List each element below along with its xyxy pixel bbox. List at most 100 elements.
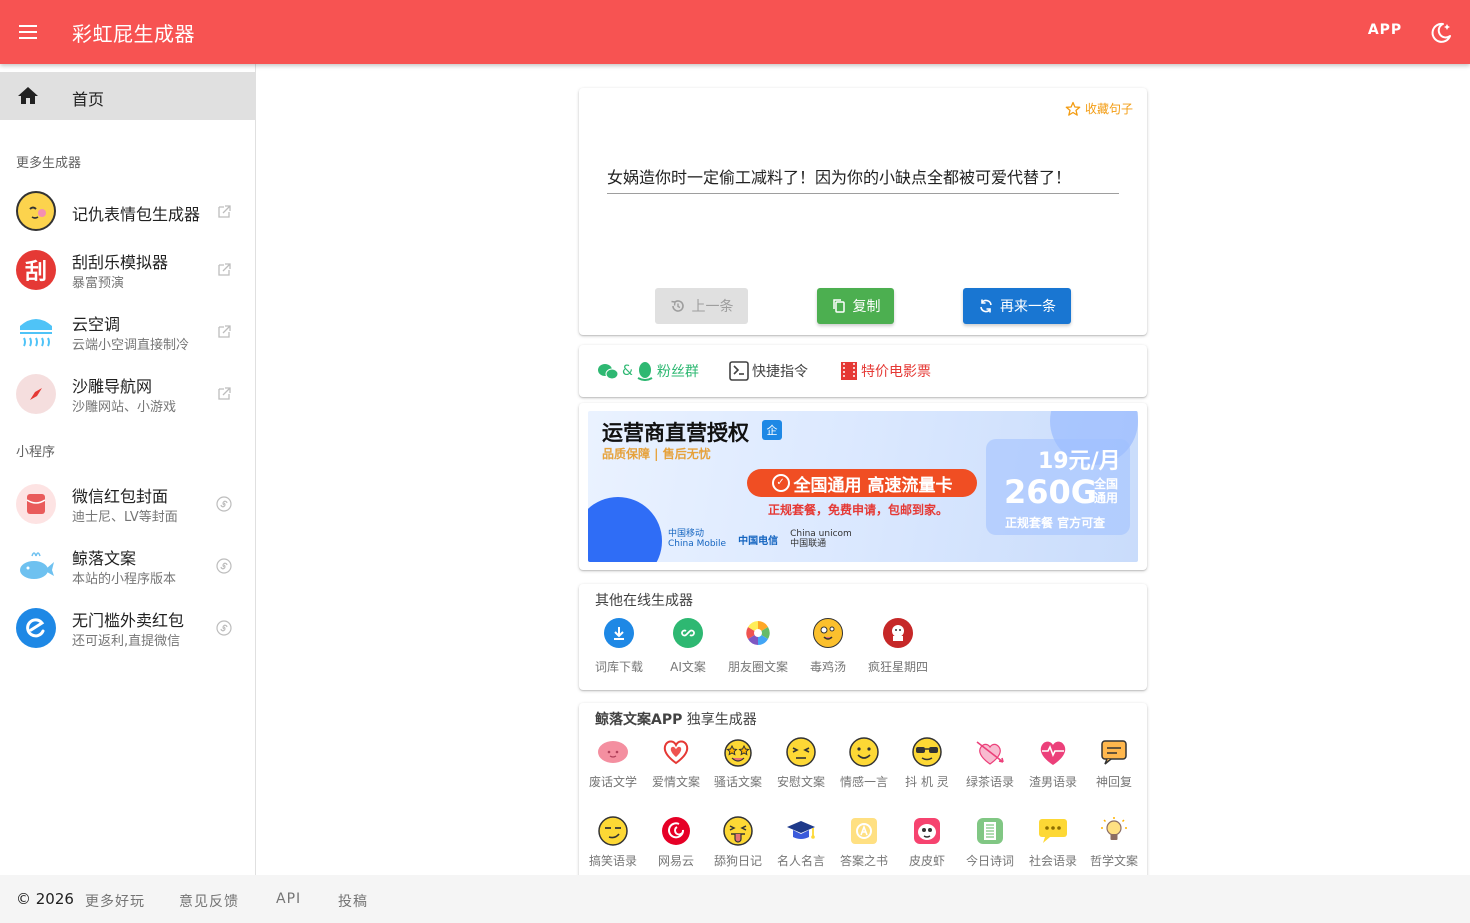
smirk-face-icon [596, 814, 630, 848]
arrow-heart-icon [973, 735, 1007, 769]
china-mobile-en: China Mobile [668, 539, 727, 549]
app-generator-item[interactable]: 哲学文案 [1090, 814, 1138, 869]
menu-icon[interactable] [16, 20, 40, 44]
ad-price: 19元/月 [1038, 449, 1121, 474]
generator-ai-copy[interactable]: AI文案 [658, 618, 718, 675]
footer-link-submit[interactable]: 投稿 [338, 891, 368, 911]
sidebar-item-red-packet-cover[interactable]: 微信红包封面 迪士尼、LV等封面 [0, 474, 255, 534]
app-generator-label: 今日诗词 [966, 854, 1015, 868]
sentence-card: 收藏句子 女娲造你时一定偷工减料了！因为你的小缺点全都被可爱代替了！ 上一条 复… [579, 88, 1147, 335]
copy-button[interactable]: 复制 [817, 288, 894, 324]
pinwheel-icon [743, 618, 773, 648]
app-button[interactable]: APP [1356, 22, 1414, 38]
sidebar-item-scratch-card[interactable]: 刮 刮刮乐模拟器 暴富预演 [0, 240, 255, 300]
app-generators-title-bold: 鲸落文案APP [595, 712, 683, 728]
app-generator-label: 废话文学 [589, 775, 638, 789]
sidebar-item-subtitle: 暴富预演 [72, 276, 125, 291]
tongue-face-icon [721, 814, 755, 848]
sidebar-item-home[interactable]: 首页 [0, 72, 255, 120]
app-generator-label: 舔狗日记 [714, 854, 763, 868]
app-generator-item[interactable]: 爱情文案 [652, 735, 700, 790]
app-generator-item[interactable]: 抖 机 灵 [903, 735, 951, 790]
more-generators-header: 更多生成器 [16, 156, 82, 171]
app-generator-label: 答案之书 [840, 854, 889, 868]
footer-link-more-fun[interactable]: 更多好玩 [85, 891, 145, 911]
dark-mode-icon[interactable] [1428, 20, 1454, 46]
generator-moments-copy[interactable]: 朋友圈文案 [727, 618, 789, 675]
sidebar-item-jingluo[interactable]: 鲸落文案 本站的小程序版本 [0, 536, 255, 596]
app-generator-item[interactable]: 情感一言 [840, 735, 888, 790]
footer-link-feedback[interactable]: 意见反馈 [179, 891, 239, 911]
generator-crazy-thursday[interactable]: 疯狂星期四 [868, 618, 928, 675]
previous-button[interactable]: 上一条 [655, 288, 748, 324]
sidebar-item-title: 无门槛外卖红包 [72, 611, 185, 630]
app-generator-item[interactable]: 答案之书 [840, 814, 888, 869]
china-unicom-cn: 中国联通 [790, 539, 827, 549]
app-generator-label: 网易云 [657, 854, 694, 868]
ad-data-tag-2: 通用 [1094, 491, 1119, 505]
app-generator-label: 骚话文案 [714, 775, 763, 789]
generated-sentence[interactable]: 女娲造你时一定偷工减料了！因为你的小缺点全都被可爱代替了！ [607, 164, 1119, 188]
app-generator-label: 社会语录 [1029, 854, 1078, 868]
app-generator-item[interactable]: 名人名言 [777, 814, 825, 869]
app-generator-item[interactable]: 网易云 [652, 814, 700, 869]
chat-bubble-icon [1036, 814, 1070, 848]
sunglasses-face-icon [910, 735, 944, 769]
app-generator-item[interactable]: 皮皮虾 [903, 814, 951, 869]
app-generators-card: 鲸落文案APP 独享生成器 废话文学 爱情文案 骚话文案 安慰文案 情感一言 抖 机 灵 绿… [579, 703, 1147, 893]
copy-label: 复制 [852, 299, 881, 315]
whale-icon [16, 546, 56, 586]
message-icon [1097, 735, 1131, 769]
check-circle-icon: ✓ [771, 474, 790, 492]
movie-ticket-link[interactable]: 特价电影票 [840, 361, 931, 381]
app-generator-item[interactable]: 绿茶语录 [966, 735, 1014, 790]
fan-group-link[interactable]: & 粉丝群 [597, 361, 699, 381]
sidebar-item-subtitle: 沙雕网站、小游戏 [72, 400, 177, 415]
app-generator-label: 渣男语录 [1029, 775, 1078, 789]
generator-label: AI文案 [670, 660, 706, 674]
app-generator-label: 神回复 [1095, 775, 1132, 789]
external-link-icon [218, 205, 231, 218]
sidebar-item-navigation-site[interactable]: 沙雕导航网 沙雕网站、小游戏 [0, 364, 255, 424]
app-generator-item[interactable]: 废话文学 [589, 735, 637, 790]
sidebar-item-grudge-meme[interactable]: 记仇表情包生成器 [0, 180, 255, 240]
sim-card-ad-banner[interactable]: 运营商直营授权 企 品质保障 | 售后无忧 ✓ 全国通用 高速流量卡 正规套餐，… [588, 411, 1138, 562]
scratch-card-icon: 刮 [16, 250, 56, 290]
app-generator-item[interactable]: 今日诗词 [966, 814, 1014, 869]
link-icon [673, 618, 703, 648]
home-icon [18, 87, 38, 104]
ad-card: 运营商直营授权 企 品质保障 | 售后无忧 ✓ 全国通用 高速流量卡 正规套餐，… [579, 403, 1147, 570]
mini-program-icon [216, 496, 232, 512]
app-generator-item[interactable]: 搞笑语录 [589, 814, 637, 869]
sidebar-item-title: 沙雕导航网 [72, 377, 153, 396]
app-generator-item[interactable]: 舔狗日记 [714, 814, 762, 869]
app-generator-item[interactable]: 神回复 [1090, 735, 1138, 790]
app-bar: 彩虹屁生成器 APP [0, 0, 1470, 64]
generator-poison-soup[interactable]: 毒鸡汤 [798, 618, 858, 675]
ad-price-note: 正规套餐 官方可查 [1005, 516, 1106, 530]
favorite-label: 收藏句子 [1084, 102, 1133, 116]
app-generator-item[interactable]: 社会语录 [1029, 814, 1077, 869]
app-generator-item[interactable]: 安慰文案 [777, 735, 825, 790]
red-packet-icon [16, 484, 56, 524]
copy-icon [832, 299, 845, 313]
brain-icon [596, 735, 630, 769]
app-generator-label: 皮皮虾 [908, 854, 945, 868]
shortcut-link[interactable]: 快捷指令 [729, 361, 808, 381]
ad-guarantee: 品质保障 | 售后无忧 [602, 447, 711, 461]
sidebar-item-subtitle: 本站的小程序版本 [72, 572, 177, 587]
generator-dictionary-download[interactable]: 词库下载 [589, 618, 649, 675]
another-one-button[interactable]: 再来一条 [963, 288, 1071, 324]
app-generator-item[interactable]: 渣男语录 [1029, 735, 1077, 790]
external-link-icon [218, 325, 231, 338]
sidebar-item-takeout-red-packet[interactable]: 无门槛外卖红包 还可返利,直提微信 [0, 598, 255, 658]
footer-link-api[interactable]: API [276, 891, 301, 907]
favorite-sentence-button[interactable]: 收藏句子 [1065, 100, 1133, 117]
app-generators-title-rest: 独享生成器 [682, 712, 757, 728]
sidebar-item-subtitle: 云端小空调直接制冷 [72, 338, 190, 353]
sidebar-item-cloud-ac[interactable]: 云空调 云端小空调直接制冷 [0, 302, 255, 362]
sidebar-item-title: 刮刮乐模拟器 [72, 253, 169, 272]
shortcut-label: 快捷指令 [752, 364, 808, 380]
app-generator-item[interactable]: 骚话文案 [714, 735, 762, 790]
ad-pill: ✓ 全国通用 高速流量卡 [747, 469, 977, 497]
